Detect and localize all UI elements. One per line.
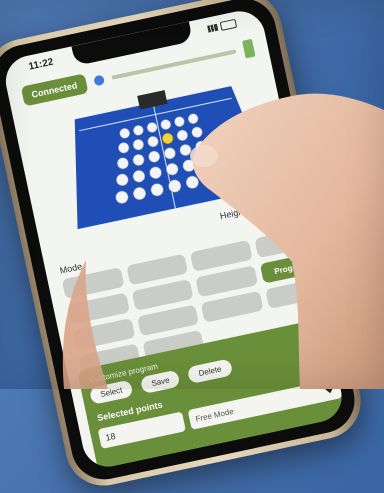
battery-status-icon [219, 18, 238, 31]
smartphone: 11:22 Connected Height - + Mode Program … [0, 0, 368, 493]
mode-dropdown[interactable]: Free Mode [187, 378, 343, 430]
height-decrease-button[interactable]: - [248, 198, 270, 218]
phone-bezel: 11:22 Connected Height - + Mode Program … [0, 0, 361, 486]
height-label: Height [218, 205, 247, 222]
device-battery-icon [242, 38, 256, 59]
connected-button[interactable]: Connected [20, 73, 89, 107]
status-icons [207, 18, 238, 33]
height-increase-button[interactable]: + [271, 193, 293, 213]
mode-dropdown-value: Free Mode [194, 406, 235, 424]
status-time: 11:22 [27, 56, 55, 73]
signal-icon [207, 23, 219, 33]
bluetooth-icon [92, 74, 105, 87]
mode-label: Mode [58, 261, 83, 276]
mode-chip[interactable] [264, 277, 328, 310]
photo-scene: 11:22 Connected Height - + Mode Program … [0, 0, 384, 493]
close-icon[interactable]: × [323, 362, 335, 374]
app-screen: 11:22 Connected Height - + Mode Program … [1, 6, 347, 472]
mode-chip[interactable] [200, 290, 264, 323]
chevron-down-icon [324, 386, 336, 395]
